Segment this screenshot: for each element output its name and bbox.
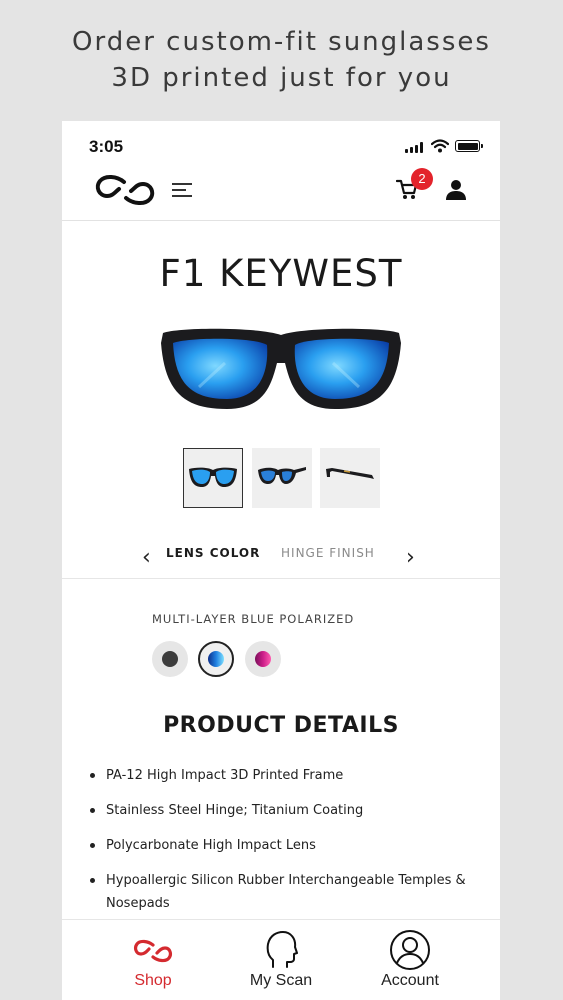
status-bar: 3:05	[62, 121, 500, 165]
product-details-heading: PRODUCT DETAILS	[163, 713, 399, 738]
tab-account[interactable]: Account	[350, 920, 470, 1000]
swatch-smoke[interactable]	[152, 641, 188, 677]
chevron-left-icon[interactable]: ‹	[142, 545, 151, 570]
cart-count-badge: 2	[411, 168, 433, 190]
detail-item: Hypoallergic Silicon Rubber Interchangea…	[90, 869, 480, 915]
tab-hinge-finish[interactable]: HINGE FINISH	[281, 546, 375, 560]
tab-shop[interactable]: Shop	[93, 920, 213, 1000]
tab-account-label: Account	[381, 972, 439, 989]
swatch-pink[interactable]	[245, 641, 281, 677]
sunglasses-angle-thumb-icon	[258, 467, 306, 484]
marketing-headline: Order custom-fit sunglasses 3D printed j…	[0, 24, 563, 96]
brand-logo-icon[interactable]	[95, 173, 155, 207]
blue-color-dot	[208, 651, 224, 667]
tab-my-scan-label: My Scan	[249, 972, 313, 989]
option-tabs: ‹ LENS COLOR HINGE FINISH ›	[62, 535, 500, 579]
product-title: F1 KEYWEST	[159, 252, 403, 295]
bottom-tab-bar: Shop My Scan Account	[62, 919, 500, 1000]
battery-icon	[455, 140, 483, 152]
headline-line-1: Order custom-fit sunglasses	[72, 27, 491, 57]
product-details-list: PA-12 High Impact 3D Printed Frame Stain…	[90, 764, 480, 927]
status-time: 3:05	[89, 137, 124, 156]
shop-logo-icon	[134, 939, 172, 963]
account-icon	[390, 930, 430, 970]
swatch-blue[interactable]	[198, 641, 234, 677]
product-hero-image	[161, 328, 401, 409]
phone-screen: 3:05 2 F1 KEYWEST ‹ LENS COLOR HINGE FIN…	[62, 121, 500, 1000]
cellular-signal-icon	[405, 142, 425, 153]
headline-line-2: 3D printed just for you	[111, 63, 452, 93]
lens-color-label: MULTI-LAYER BLUE POLARIZED	[152, 612, 355, 626]
wifi-icon	[431, 139, 449, 153]
smoke-color-dot	[162, 651, 178, 667]
thumbnail-front-view[interactable]	[183, 448, 243, 508]
sunglasses-front-thumb-icon	[189, 467, 237, 487]
head-scan-icon	[266, 931, 298, 968]
thumbnail-angle-view[interactable]	[252, 448, 312, 508]
tab-shop-label: Shop	[134, 972, 172, 989]
sunglasses-side-thumb-icon	[326, 468, 374, 479]
hamburger-menu-icon[interactable]	[172, 181, 192, 199]
thumbnail-side-view[interactable]	[320, 448, 380, 508]
user-icon[interactable]	[445, 179, 467, 201]
detail-item: Polycarbonate High Impact Lens	[90, 834, 480, 857]
tab-my-scan[interactable]: My Scan	[221, 920, 341, 1000]
detail-item: PA-12 High Impact 3D Printed Frame	[90, 764, 480, 787]
chevron-right-icon[interactable]: ›	[406, 545, 415, 570]
pink-color-dot	[255, 651, 271, 667]
tab-lens-color[interactable]: LENS COLOR	[166, 546, 260, 560]
top-navbar: 2	[62, 165, 500, 221]
detail-item: Stainless Steel Hinge; Titanium Coating	[90, 799, 480, 822]
